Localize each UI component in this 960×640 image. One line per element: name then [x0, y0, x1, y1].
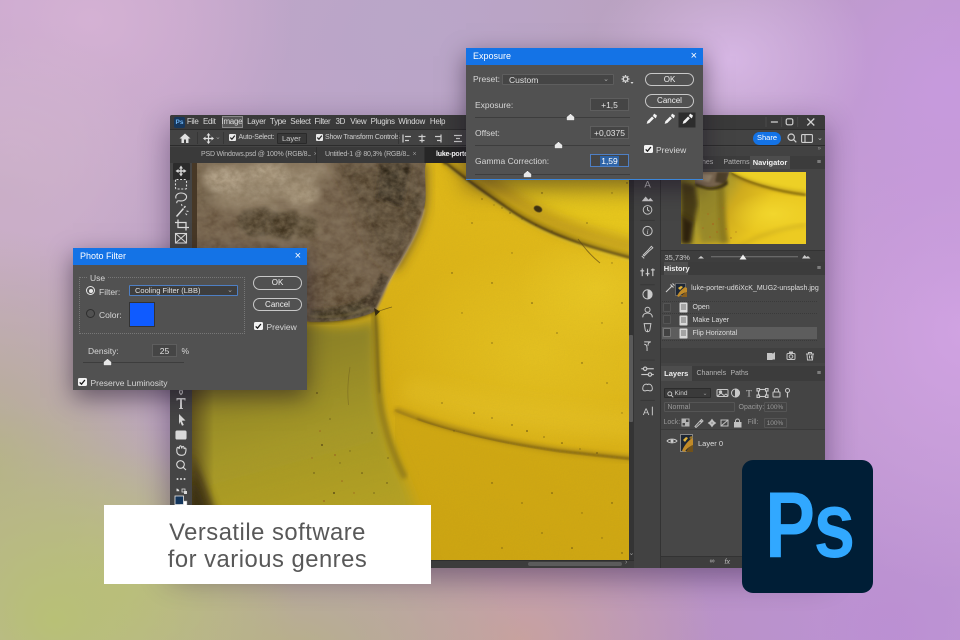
svg-text:T: T: [746, 390, 752, 399]
svg-text:A: A: [644, 179, 651, 190]
svg-text:A: A: [642, 406, 649, 417]
svg-text:i: i: [646, 226, 648, 235]
